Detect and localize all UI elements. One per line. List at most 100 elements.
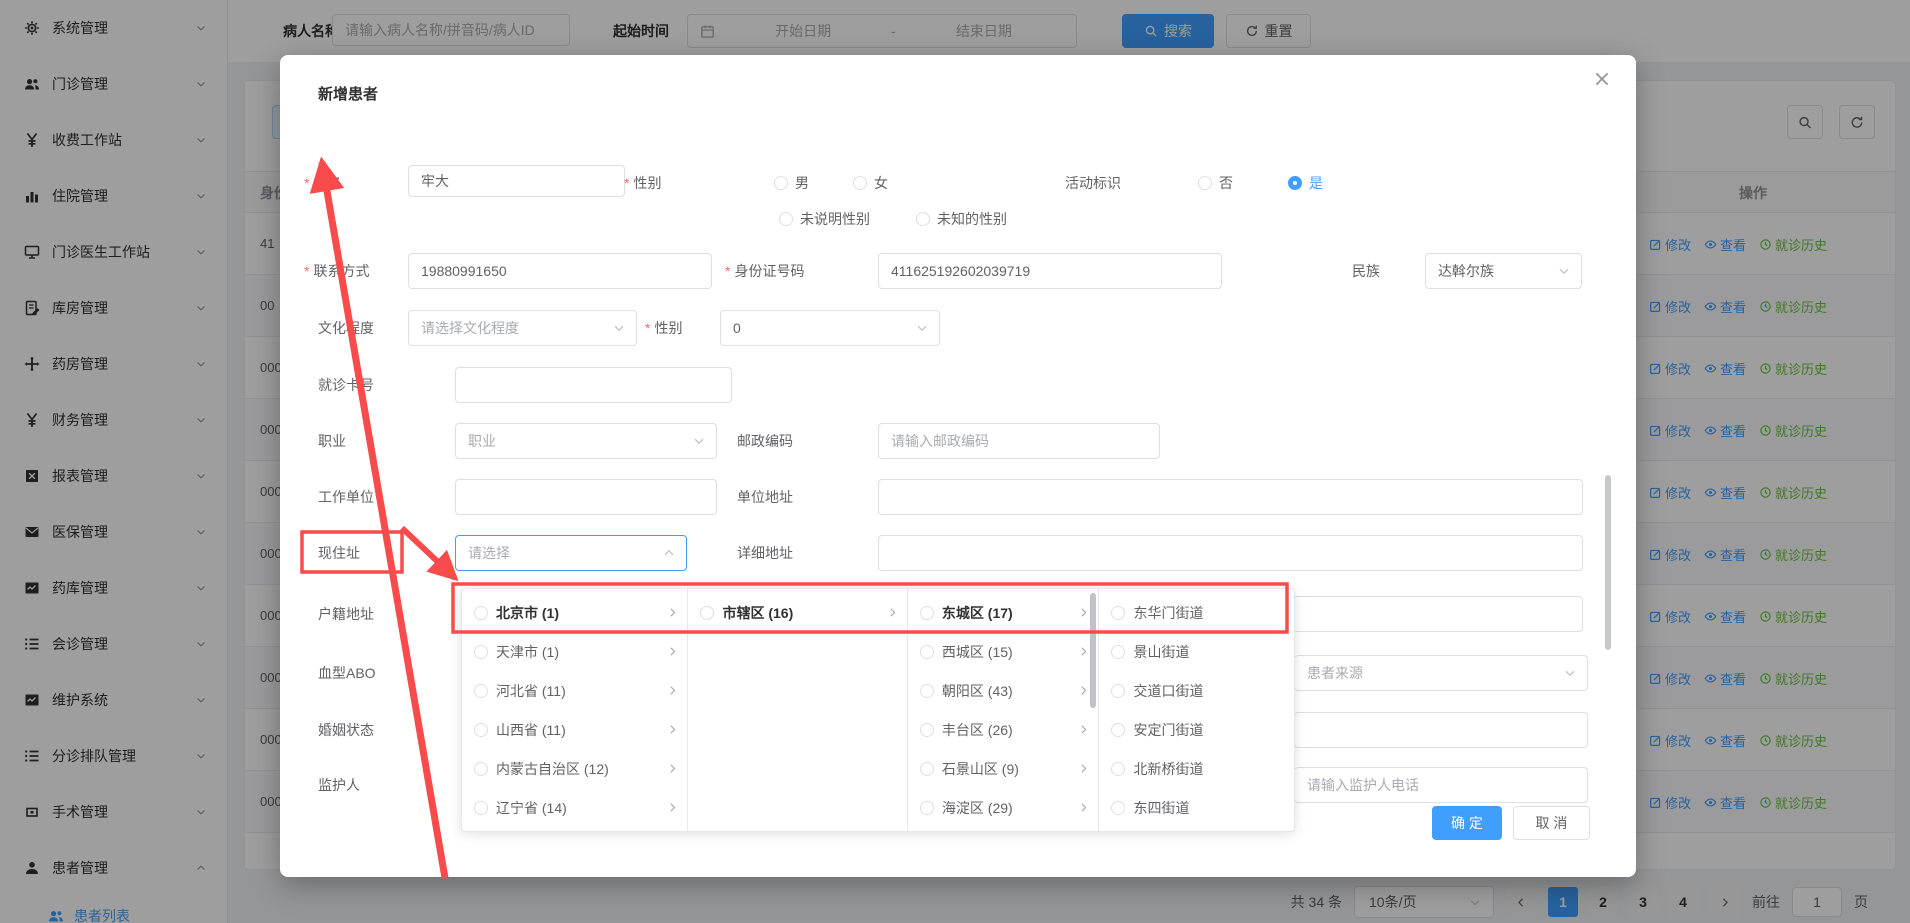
radio-icon[interactable] (474, 684, 488, 698)
radio-icon[interactable] (474, 723, 488, 737)
cascader-option[interactable]: 朝阳区 (43) (908, 671, 1099, 710)
cascader-scrollbar[interactable] (1090, 593, 1096, 708)
name-input[interactable] (408, 165, 625, 197)
cascader-option[interactable]: 市辖区 (16) (688, 593, 906, 632)
cascader-option[interactable]: 山西省 (11) (462, 710, 687, 749)
cascader-option[interactable]: 东四街道 (1099, 788, 1294, 827)
cascader-column: 市辖区 (16) (688, 589, 907, 831)
app-root: 系统管理门诊管理收费工作站住院管理门诊医生工作站库房管理药房管理财务管理报表管理… (0, 0, 1910, 923)
radio-option-male[interactable]: 男 (774, 165, 809, 201)
cascader-column: 东城区 (17)西城区 (15)朝阳区 (43)丰台区 (26) 石景山区 (9)… (908, 589, 1100, 831)
radio-icon[interactable] (1111, 684, 1125, 698)
radio-icon[interactable] (474, 801, 488, 815)
cascader-option[interactable]: 安定门街道 (1099, 710, 1294, 749)
cascader-option[interactable]: 交道口街道 (1099, 671, 1294, 710)
guardian-label: 监护人 (318, 767, 360, 803)
contact-label: *联系方式 (304, 253, 369, 289)
education-select[interactable]: 请选择文化程度 (408, 310, 637, 346)
gender2-label: *性别 (645, 310, 682, 346)
cascader-option[interactable]: 河北省 (11) (462, 671, 687, 710)
radio-icon[interactable] (1111, 645, 1125, 659)
card-no-label: 就诊卡号 (318, 367, 374, 403)
modal-scrollbar[interactable] (1605, 475, 1611, 650)
confirm-button[interactable]: 确 定 (1432, 806, 1502, 840)
postal-code-input[interactable] (878, 423, 1160, 459)
chevron-down-icon (692, 434, 706, 448)
cascader-option[interactable]: 景山街道 (1099, 632, 1294, 671)
work-unit-input[interactable] (455, 479, 717, 515)
radio-icon[interactable] (474, 606, 488, 620)
chevron-right-icon (1077, 645, 1090, 658)
contact-input[interactable] (408, 253, 712, 289)
cascader-option[interactable]: 内蒙古自治区 (12) (462, 749, 687, 788)
radio-icon[interactable] (700, 606, 714, 620)
chevron-right-icon (666, 684, 679, 697)
chevron-right-icon (666, 723, 679, 736)
cascader-option[interactable]: 东城区 (17) (908, 593, 1099, 632)
guardian-phone-input[interactable] (1294, 767, 1588, 803)
cascader-option-label: 北京市 (1) (496, 603, 658, 623)
cascader-option[interactable]: 辽宁省 (14) (462, 788, 687, 827)
chevron-right-icon (666, 801, 679, 814)
radio-option-yes[interactable]: 是 (1288, 165, 1323, 201)
chevron-right-icon (666, 762, 679, 775)
occupation-select[interactable]: 职业 (455, 423, 717, 459)
marital-status-label: 婚姻状态 (318, 712, 374, 748)
cascader-option[interactable]: 丰台区 (26) (908, 710, 1099, 749)
radio-icon[interactable] (474, 762, 488, 776)
radio-icon[interactable] (920, 723, 934, 737)
cascader-option[interactable]: 北京市 (1) (462, 593, 687, 632)
current-address-cascader[interactable]: 请选择 (455, 535, 687, 571)
radio-option-unstated-gender[interactable]: 未说明性别 (779, 205, 870, 233)
patient-source-select[interactable]: 患者来源 (1294, 655, 1588, 691)
radio-option-no[interactable]: 否 (1198, 165, 1233, 201)
work-address-input[interactable] (878, 479, 1583, 515)
radio-icon[interactable] (920, 684, 934, 698)
cascader-option[interactable]: 东华门街道 (1099, 593, 1294, 632)
id-number-label: *身份证号码 (725, 253, 804, 289)
chevron-right-icon (1077, 606, 1090, 619)
radio-icon[interactable] (920, 801, 934, 815)
chevron-right-icon (1077, 723, 1090, 736)
cascader-option[interactable]: 海淀区 (29) (908, 788, 1099, 827)
blood-type-label: 血型ABO (318, 655, 376, 691)
radio-icon[interactable] (920, 762, 934, 776)
chevron-right-icon (666, 645, 679, 658)
name-label: *姓名 (304, 165, 341, 201)
radio-option-female[interactable]: 女 (853, 165, 888, 201)
cascader-option[interactable]: 北新桥街道 (1099, 749, 1294, 788)
cascader-option-label: 东华门街道 (1133, 603, 1286, 623)
cascader-option-label: 东四街道 (1133, 798, 1286, 818)
radio-icon[interactable] (920, 645, 934, 659)
chevron-right-icon (886, 606, 899, 619)
radio-icon[interactable] (1111, 723, 1125, 737)
close-button[interactable] (1592, 69, 1612, 89)
cascader-option[interactable]: 天津市 (1) (462, 632, 687, 671)
radio-icon[interactable] (474, 645, 488, 659)
gender-label: *性别 (624, 165, 661, 201)
cascader-option-label: 石景山区 (9) (942, 759, 1070, 779)
cascader-option[interactable]: 石景山区 (9) (908, 749, 1099, 788)
cascader-option[interactable]: 西城区 (15) (908, 632, 1099, 671)
radio-icon[interactable] (1111, 762, 1125, 776)
household-address-label: 户籍地址 (318, 596, 374, 632)
cascader-option-label: 河北省 (11) (496, 681, 658, 701)
marital-status-input[interactable] (1294, 712, 1588, 748)
cascader-option-label: 海淀区 (29) (942, 798, 1070, 818)
detail-address-input[interactable] (878, 535, 1583, 571)
education-label: 文化程度 (318, 310, 374, 346)
radio-option-unknown-gender[interactable]: 未知的性别 (916, 205, 1007, 233)
cascader-option-label: 安定门街道 (1133, 720, 1286, 740)
ethnicity-label: 民族 (1352, 253, 1380, 289)
radio-icon[interactable] (1111, 801, 1125, 815)
active-flag-label: 活动标识 (1065, 165, 1121, 201)
detail-address-label: 详细地址 (737, 535, 793, 571)
cancel-button[interactable]: 取 消 (1513, 806, 1590, 840)
card-no-input[interactable] (455, 367, 732, 403)
ethnicity-select[interactable]: 达斡尔族 (1425, 253, 1582, 289)
radio-icon[interactable] (920, 606, 934, 620)
radio-icon[interactable] (1111, 606, 1125, 620)
id-number-input[interactable] (878, 253, 1222, 289)
gender2-select[interactable]: 0 (720, 310, 940, 346)
add-patient-dialog: 新增患者 *姓名 *性别 男 女 活动标识 否 是 未说明性别 未知的性别 *联… (280, 55, 1636, 877)
